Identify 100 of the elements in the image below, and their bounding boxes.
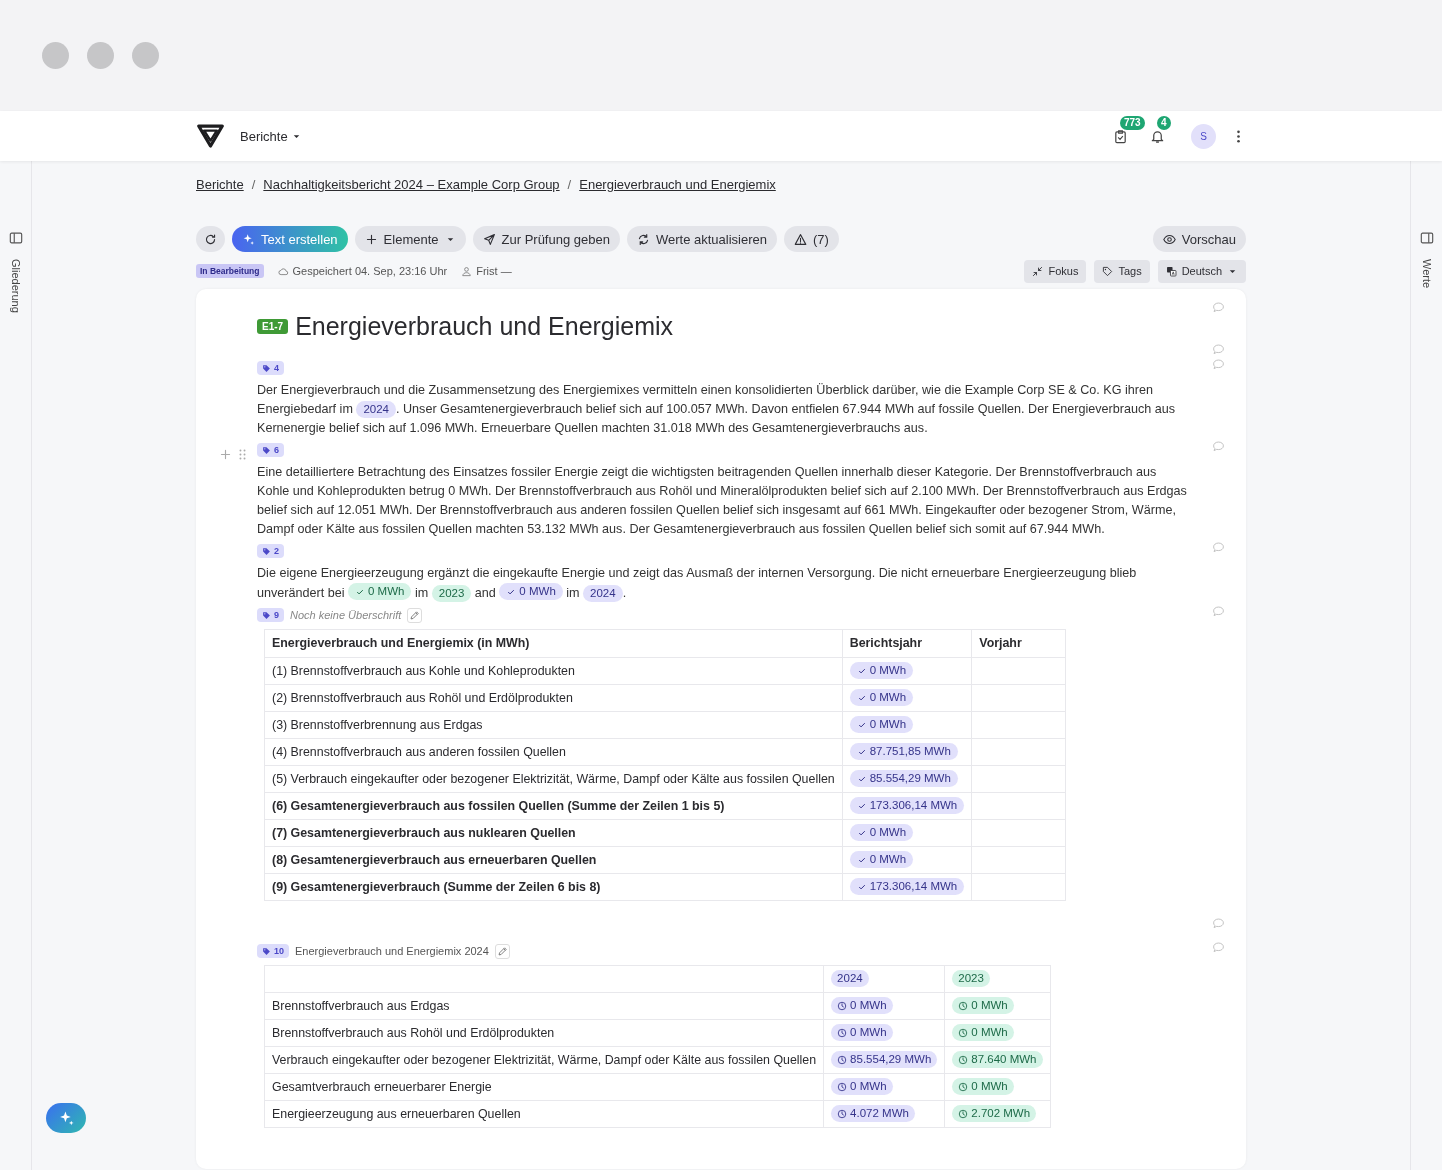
value-chip[interactable]: 0 MWh [831,1078,893,1095]
edit-caption-button[interactable] [494,943,510,959]
bell-icon[interactable] [1150,128,1165,144]
value-chip[interactable]: 85.554,29 MWh [849,770,958,787]
column-header: Energieverbrauch und Energiemix (in MWh) [264,629,843,657]
breadcrumb-link[interactable]: Nachhaltigkeitsbericht 2024 – Example Corp Group [263,176,560,192]
preview-button[interactable]: Vorschau [1152,226,1246,252]
value-chip[interactable]: 0 MWh [849,716,914,733]
sparkle-icon [242,232,255,246]
table-cell: Verbrauch eingekaufter oder bezogener Elektrizität, Wärme, Dampf oder Kälte aus fossilen Quellen [264,1046,824,1073]
clock-icon [958,1054,969,1065]
value-chip[interactable]: 0 MWh [831,1024,893,1041]
table-cell: (9) Gesamtenergieverbrauch (Summe der Zeilen 6 bis 8) [264,873,843,900]
tag-icon [262,610,271,620]
tasks-icon[interactable] [1113,128,1128,144]
sync-icon [636,232,650,246]
update-values-button[interactable]: Werte aktualisieren [626,226,777,252]
year-chip[interactable]: 2024 [831,970,869,987]
generate-text-button[interactable]: Text erstellen [232,226,348,252]
value-chip[interactable]: 0 MWh [499,583,563,600]
window-button[interactable] [132,42,159,69]
sidebar-toggle-icon[interactable] [1419,231,1434,245]
outline-tab[interactable]: Gliederung [9,253,22,313]
value-chip[interactable]: 87.751,85 MWh [849,743,958,760]
table-cell: Gesamtverbrauch erneuerbarer Energie [264,1073,824,1100]
tag-count-chip[interactable]: 6 [257,443,284,457]
value-chip[interactable]: 0 MWh [849,851,914,868]
year-chip[interactable]: 2023 [431,584,472,602]
value-chip[interactable]: 4.072 MWh [831,1105,915,1122]
value-chip[interactable]: 2.702 MWh [952,1105,1037,1122]
breadcrumb-separator: / [567,176,572,192]
table-cell: (2) Brennstoffverbrauch aus Rohöl und Erdölprodukten [264,684,843,711]
pencil-icon [496,945,508,957]
value-chip[interactable]: 0 MWh [952,1078,1014,1095]
add-icon[interactable] [219,448,232,461]
focus-button[interactable]: Fokus [1024,259,1087,283]
warnings-button[interactable]: (7) [783,226,839,252]
breadcrumb-link[interactable]: Berichte [196,176,244,192]
window-button[interactable] [87,42,114,69]
value-chip[interactable]: 87.640 MWh [952,1051,1043,1068]
table-cell: (1) Brennstoffverbrauch aus Kohle und Kohleprodukten [264,657,843,684]
logo-icon[interactable] [196,123,225,149]
tags-button[interactable]: Tags [1094,259,1150,283]
tag-count-chip[interactable]: 4 [257,361,284,375]
tag-count-chip[interactable]: 2 [257,544,284,558]
value-chip[interactable]: 0 MWh [348,583,412,600]
person-icon [461,265,473,277]
breadcrumb-link[interactable]: Energieverbrauch und Energiemix [579,176,776,192]
deadline-text: Frist — [476,265,512,277]
tag-icon [262,445,271,455]
sidebar-toggle-icon[interactable] [8,231,23,245]
section-dropdown[interactable]: Berichte [240,128,302,144]
tag-count-chip[interactable]: 9 [257,608,284,622]
comment-icon[interactable] [1211,541,1225,554]
reload-button[interactable] [196,226,225,252]
clock-icon [958,1108,969,1119]
avatar[interactable]: S [1191,123,1216,149]
value-chip[interactable]: 0 MWh [831,997,893,1014]
submit-review-button[interactable]: Zur Prüfung geben [472,226,620,252]
value-chip[interactable]: 0 MWh [849,824,914,841]
ai-assistant-button[interactable] [46,1103,86,1133]
comment-icon[interactable] [1211,916,1225,930]
comment-icon[interactable] [1211,940,1225,954]
eye-icon [1162,232,1176,246]
comment-icon[interactable] [1211,604,1225,618]
window-button[interactable] [42,42,69,69]
year-chip[interactable]: 2024 [583,584,623,602]
table-cell: (3) Brennstoffverbrennung aus Erdgas [264,711,843,738]
value-chip[interactable]: 173.306,14 MWh [849,878,965,895]
table-cell: Brennstoffverbrauch aus Rohöl und Erdölprodukten [264,1019,824,1046]
tag-count-chip[interactable]: 10 [257,944,289,958]
comment-icon[interactable] [1211,301,1225,314]
elements-dropdown[interactable]: Elemente [354,226,466,252]
tag-icon [262,363,271,373]
breadcrumb-separator: / [251,176,256,192]
year-chip[interactable]: 2024 [356,401,396,418]
comment-icon[interactable] [1211,343,1225,356]
comment-icon[interactable] [1211,358,1225,371]
count-badge: 4 [1157,115,1171,130]
clock-icon [837,1108,848,1119]
value-chip[interactable]: 0 MWh [952,997,1014,1014]
plus-icon [364,232,378,246]
value-chip[interactable]: 0 MWh [849,689,914,706]
reload-icon [204,232,217,246]
count-badge: 773 [1120,115,1145,130]
saved-timestamp: Gespeichert 04. Sep, 23:16 Uhr [292,265,448,277]
comment-icon[interactable] [1211,440,1225,453]
value-chip[interactable]: 173.306,14 MWh [849,797,965,814]
table-cell: (5) Verbrauch eingekaufter oder bezogener Elektrizität, Wärme, Dampf oder Kälte aus fossilen Quellen [264,765,843,792]
year-chip[interactable]: 2023 [952,970,990,987]
section-title: Energieverbrauch und Energiemix [295,311,674,341]
column-header: Vorjahr [971,629,1066,657]
clock-icon [958,1081,969,1092]
edit-caption-button[interactable] [407,607,423,623]
values-tab[interactable]: Werte [1420,253,1433,289]
value-chip[interactable]: 85.554,29 MWh [831,1051,938,1068]
value-chip[interactable]: 0 MWh [849,662,914,679]
value-chip[interactable]: 0 MWh [952,1024,1014,1041]
table-cell: (6) Gesamtenergieverbrauch aus fossilen Quellen (Summe der Zeilen 1 bis 5) [264,792,843,819]
language-dropdown[interactable]: Deutsch [1157,259,1246,283]
